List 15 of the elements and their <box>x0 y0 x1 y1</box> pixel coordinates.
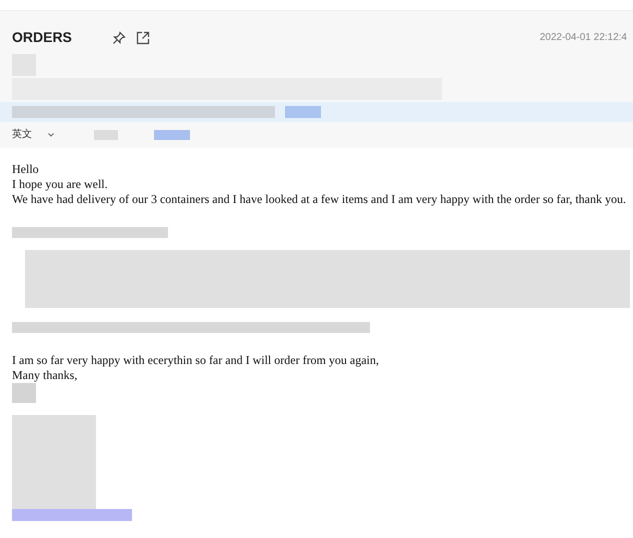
email-text-line: We have had delivery of our 3 containers and I have looked at a few items and I am very happy with the order so far, thank you. <box>12 192 626 207</box>
email-subject: ORDERS <box>12 28 72 48</box>
email-text-line: Hello <box>12 162 39 177</box>
language-selector[interactable]: 英文 <box>12 127 32 142</box>
email-text-line: I am so far very happy with ecerythin so far and I will order from you again, <box>12 353 379 368</box>
redacted-block <box>154 130 190 140</box>
email-text-line: Many thanks, <box>12 368 78 383</box>
timestamp: 2022-04-01 22:12:4 <box>540 31 627 46</box>
redacted-block <box>94 130 118 140</box>
chevron-down-icon[interactable] <box>48 132 54 137</box>
redacted-block <box>285 106 321 118</box>
email-text-line: I hope you are well. <box>12 177 108 192</box>
redacted-block <box>12 383 36 403</box>
pin-icon[interactable] <box>112 30 126 45</box>
external-link-icon[interactable] <box>136 30 150 45</box>
